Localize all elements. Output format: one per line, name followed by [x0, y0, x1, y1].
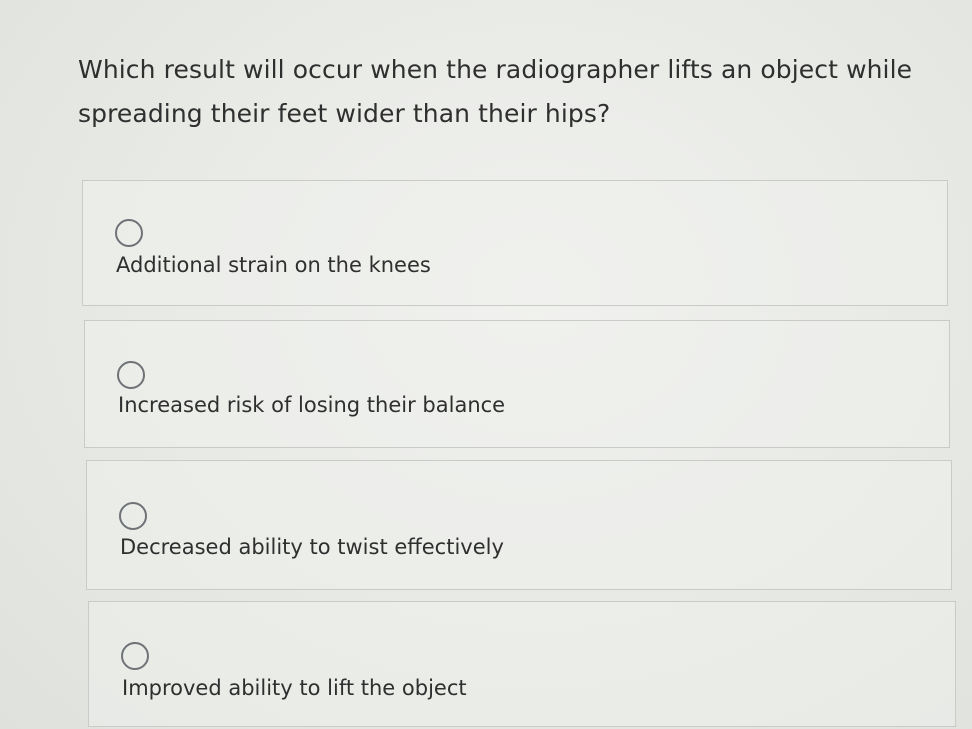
answer-option-2[interactable]: Increased risk of losing their balance	[84, 320, 950, 448]
answer-option-1[interactable]: Additional strain on the knees	[82, 180, 948, 306]
radio-unselected-icon[interactable]	[115, 219, 143, 247]
radio-unselected-icon[interactable]	[119, 502, 147, 530]
question-text: Which result will occur when the radiogr…	[78, 55, 913, 128]
answer-option-3[interactable]: Decreased ability to twist effectively	[86, 460, 952, 590]
answer-option-label: Additional strain on the knees	[116, 253, 431, 277]
answer-option-label: Improved ability to lift the object	[122, 676, 467, 700]
answer-option-4[interactable]: Improved ability to lift the object	[88, 601, 956, 727]
answer-option-label: Decreased ability to twist effectively	[120, 535, 504, 559]
answer-option-label: Increased risk of losing their balance	[118, 393, 506, 417]
radio-unselected-icon[interactable]	[121, 642, 149, 670]
radio-unselected-icon[interactable]	[117, 361, 145, 389]
